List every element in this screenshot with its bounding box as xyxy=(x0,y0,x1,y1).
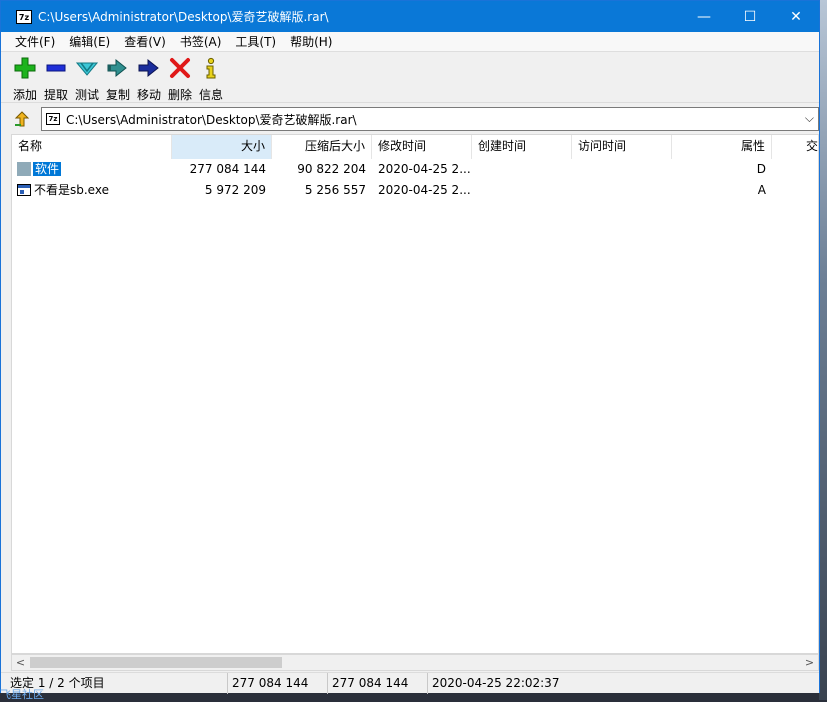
move-arrow-icon xyxy=(138,58,159,78)
info-icon xyxy=(206,57,216,79)
up-folder-button[interactable] xyxy=(11,108,33,130)
menu-bookmarks[interactable]: 书签(A) xyxy=(173,32,229,52)
packed-size-cell: 90 822 204 xyxy=(297,162,366,176)
address-bar: 7z C:\Users\Administrator\Desktop\爱奇艺破解版… xyxy=(1,105,819,133)
delete-button[interactable]: 删除 xyxy=(164,57,196,102)
scrollbar-thumb[interactable] xyxy=(30,657,282,668)
info-label: 信息 xyxy=(198,88,223,102)
name-cell: 软件 xyxy=(12,159,172,180)
info-button[interactable]: 信息 xyxy=(195,57,227,102)
file-name: 软件 xyxy=(33,162,62,176)
copy-arrow-icon xyxy=(107,58,127,78)
delete-x-icon xyxy=(170,58,190,78)
attributes-cell: D xyxy=(756,162,766,176)
table-row[interactable]: 不看是sb.exe 5 972 209 5 256 557 2020-04-25… xyxy=(12,180,818,201)
packed-size-cell: 5 256 557 xyxy=(304,183,366,197)
move-label: 移动 xyxy=(136,88,161,102)
minus-icon xyxy=(46,64,66,72)
menu-edit[interactable]: 编辑(E) xyxy=(62,32,117,52)
menu-view[interactable]: 查看(V) xyxy=(117,32,173,52)
column-size[interactable]: 大小 xyxy=(172,135,272,159)
menu-help[interactable]: 帮助(H) xyxy=(283,32,339,52)
plus-icon xyxy=(14,57,36,79)
app-window: 7z C:\Users\Administrator\Desktop\爱奇艺破解版… xyxy=(0,0,820,694)
chevron-down-icon[interactable]: ⌵ xyxy=(805,111,814,126)
accessed-cell xyxy=(572,159,672,180)
maximize-button[interactable]: ☐ xyxy=(727,1,773,32)
modified-cell: 2020-04-25 2... xyxy=(378,183,471,197)
copy-button[interactable]: 复制 xyxy=(102,57,134,102)
name-cell: 不看是sb.exe xyxy=(12,180,172,201)
path-input[interactable]: 7z C:\Users\Administrator\Desktop\爱奇艺破解版… xyxy=(41,107,819,131)
status-bar: 选定 1 / 2 个项目 277 084 144 277 084 144 202… xyxy=(1,672,819,694)
scroll-right-icon[interactable]: > xyxy=(801,655,818,670)
column-accessed[interactable]: 访问时间 xyxy=(572,135,672,159)
created-cell xyxy=(472,180,572,201)
table-row[interactable]: 软件 277 084 144 90 822 204 2020-04-25 2..… xyxy=(12,159,818,180)
path-text: C:\Users\Administrator\Desktop\爱奇艺破解版.ra… xyxy=(66,112,357,127)
copy-label: 复制 xyxy=(105,88,130,102)
scroll-left-icon[interactable]: < xyxy=(12,655,29,670)
menu-file[interactable]: 文件(F) xyxy=(1,32,62,52)
delete-label: 删除 xyxy=(167,88,192,102)
column-extra[interactable]: 交 xyxy=(772,135,818,159)
file-list[interactable]: 名称 大小 压缩后大小 修改时间 创建时间 访问时间 属性 交 软件 277 0… xyxy=(11,134,819,654)
column-header-row: 名称 大小 压缩后大小 修改时间 创建时间 访问时间 属性 交 xyxy=(12,135,818,159)
extract-button[interactable]: 提取 xyxy=(40,57,72,102)
status-time: 2020-04-25 22:02:37 xyxy=(432,676,560,690)
app-7z-icon: 7z xyxy=(16,9,32,24)
close-button[interactable]: ✕ xyxy=(773,1,819,32)
column-created[interactable]: 创建时间 xyxy=(472,135,572,159)
file-name: 不看是sb.exe xyxy=(34,183,109,197)
size-cell: 277 084 144 xyxy=(189,162,266,176)
test-label: 测试 xyxy=(74,88,99,102)
modified-cell: 2020-04-25 2... xyxy=(378,162,471,176)
exe-file-icon xyxy=(17,184,31,196)
column-attributes[interactable]: 属性 xyxy=(672,135,772,159)
created-cell xyxy=(472,159,572,180)
attributes-cell: A xyxy=(757,183,766,197)
title-bar[interactable]: 7z C:\Users\Administrator\Desktop\爱奇艺破解版… xyxy=(1,1,819,32)
status-packed-size: 277 084 144 xyxy=(328,673,428,694)
checkmark-icon xyxy=(76,62,98,76)
up-arrow-icon xyxy=(14,111,30,127)
desktop-background xyxy=(819,0,827,700)
size-cell: 5 972 209 xyxy=(204,183,266,197)
folder-icon xyxy=(17,162,31,176)
status-size: 277 084 144 xyxy=(228,673,328,694)
accessed-cell xyxy=(572,180,672,201)
column-packed-size[interactable]: 压缩后大小 xyxy=(272,135,372,159)
column-modified[interactable]: 修改时间 xyxy=(372,135,472,159)
toolbar: 添加 提取 测试 复制 移动 删除 信息 xyxy=(1,53,819,103)
extract-label: 提取 xyxy=(43,88,68,102)
menu-bar: 文件(F) 编辑(E) 查看(V) 书签(A) 工具(T) 帮助(H) xyxy=(1,32,819,52)
window-title: C:\Users\Administrator\Desktop\爱奇艺破解版.ra… xyxy=(38,10,329,24)
add-button[interactable]: 添加 xyxy=(9,57,41,102)
menu-tools[interactable]: 工具(T) xyxy=(228,32,283,52)
minimize-button[interactable]: — xyxy=(681,1,727,32)
horizontal-scrollbar[interactable]: < > xyxy=(11,654,819,671)
move-button[interactable]: 移动 xyxy=(133,57,165,102)
add-label: 添加 xyxy=(12,88,37,102)
column-name[interactable]: 名称 xyxy=(12,135,172,159)
test-button[interactable]: 测试 xyxy=(71,57,103,102)
archive-icon: 7z xyxy=(46,113,60,125)
